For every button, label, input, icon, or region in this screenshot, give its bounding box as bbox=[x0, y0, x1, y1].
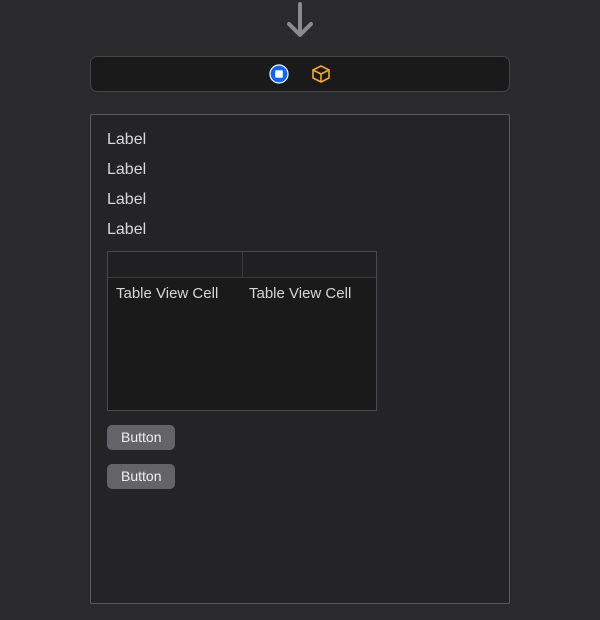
label[interactable]: Label bbox=[107, 161, 493, 179]
table-header bbox=[108, 252, 376, 278]
label[interactable]: Label bbox=[107, 191, 493, 209]
library-toolbar bbox=[90, 56, 510, 92]
button-row: Button bbox=[107, 464, 493, 489]
canvas-panel[interactable]: Label Label Label Label Table View Cell … bbox=[90, 114, 510, 604]
table-cell[interactable]: Table View Cell bbox=[114, 285, 237, 302]
insertion-arrow bbox=[0, 0, 600, 44]
package-icon[interactable] bbox=[309, 62, 333, 86]
label-stack: Label Label Label Label bbox=[107, 131, 493, 239]
table-header-column[interactable] bbox=[108, 252, 243, 277]
push-button[interactable]: Button bbox=[107, 464, 175, 489]
arrow-down-icon bbox=[282, 2, 318, 44]
table-header-column[interactable] bbox=[243, 252, 377, 277]
label[interactable]: Label bbox=[107, 131, 493, 149]
table-cell[interactable]: Table View Cell bbox=[247, 285, 370, 302]
table-row[interactable]: Table View Cell Table View Cell bbox=[108, 278, 376, 308]
label[interactable]: Label bbox=[107, 221, 493, 239]
push-button[interactable]: Button bbox=[107, 425, 175, 450]
button-row: Button bbox=[107, 425, 493, 450]
table-view[interactable]: Table View Cell Table View Cell bbox=[107, 251, 377, 411]
stop-preview-icon[interactable] bbox=[267, 62, 291, 86]
